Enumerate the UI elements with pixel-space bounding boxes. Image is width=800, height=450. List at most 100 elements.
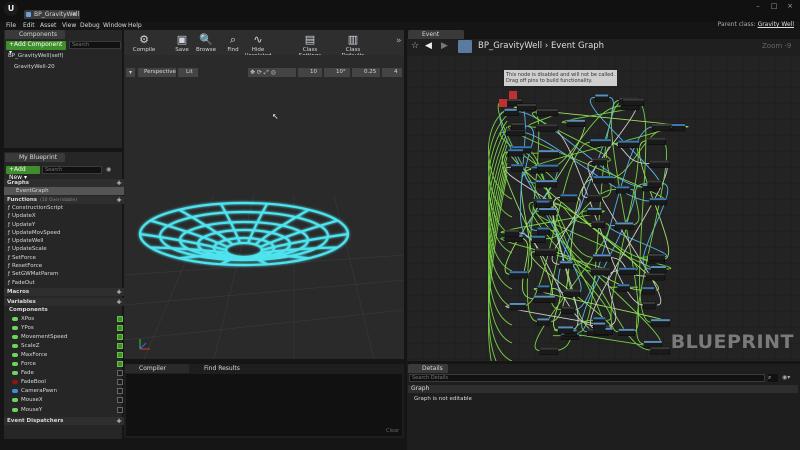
menu-asset[interactable]: Asset xyxy=(40,22,56,30)
function-updatex[interactable]: ƒ UpdateX xyxy=(4,212,126,220)
graph-node[interactable] xyxy=(618,140,640,143)
rotation-snap[interactable]: 10° xyxy=(324,68,350,77)
graph-node[interactable] xyxy=(672,124,685,126)
graph-node[interactable] xyxy=(509,271,528,274)
variable-visibility-checkbox[interactable] xyxy=(117,379,123,386)
perspective-dropdown[interactable]: Perspective xyxy=(138,68,176,77)
graph-node[interactable] xyxy=(643,340,662,343)
graph-canvas[interactable]: This node is disabled and will not be ca… xyxy=(407,39,800,361)
back-arrow-icon[interactable]: ◀ xyxy=(425,41,432,51)
variable-fadebool[interactable]: FadeBool xyxy=(4,378,126,386)
menu-view[interactable]: View xyxy=(62,22,76,30)
variable-force[interactable]: Force xyxy=(4,360,126,368)
variable-ypos[interactable]: YPos xyxy=(4,324,126,332)
graph-node[interactable] xyxy=(648,253,665,256)
graph-node[interactable] xyxy=(509,302,526,305)
variable-mousey[interactable]: MouseY xyxy=(4,406,126,414)
minimize-button[interactable]: – xyxy=(752,2,764,12)
graph-node[interactable] xyxy=(535,180,557,183)
graph-node[interactable] xyxy=(561,306,575,309)
details-search-icon[interactable]: ⌕ xyxy=(768,374,778,382)
components-tab[interactable]: Components xyxy=(5,30,65,39)
add-graphs-section-icon[interactable]: + xyxy=(116,179,122,187)
graph-node[interactable] xyxy=(536,124,558,127)
graph-node[interactable] xyxy=(649,198,667,201)
graph-node[interactable] xyxy=(593,322,606,325)
variable-visibility-checkbox[interactable] xyxy=(117,370,123,377)
graph-node[interactable] xyxy=(650,319,670,322)
function-setforce[interactable]: ƒ SetForce xyxy=(4,254,126,262)
find-results-tab[interactable]: Find Results xyxy=(190,364,246,373)
function-updatemovspeed[interactable]: ƒ UpdateMovSpeed xyxy=(4,229,126,237)
maximize-button[interactable]: □ xyxy=(768,2,780,12)
function-resetforce[interactable]: ƒ ResetForce xyxy=(4,262,126,270)
graph-node[interactable] xyxy=(539,208,557,211)
graph-node[interactable] xyxy=(645,273,665,276)
details-tab[interactable]: Details xyxy=(408,364,448,373)
graph-node[interactable] xyxy=(587,207,602,210)
graph-node[interactable] xyxy=(642,287,655,290)
graph-node[interactable] xyxy=(587,194,602,197)
graph-node[interactable] xyxy=(537,318,550,321)
parent-class-link[interactable]: Gravity Well xyxy=(758,21,794,28)
graph-node[interactable] xyxy=(652,124,671,126)
menu-edit[interactable]: Edit xyxy=(23,22,35,30)
camera-speed[interactable]: 4 xyxy=(382,68,402,77)
graph-node[interactable] xyxy=(618,267,636,270)
function-constructionscript[interactable]: ƒ ConstructionScript xyxy=(4,204,126,212)
transform-tools[interactable]: ✥ ⟳ ⤢ ◎ xyxy=(248,68,296,77)
function-fadeout[interactable]: ƒ FadeOut xyxy=(4,279,126,287)
variable-fade[interactable]: Fade xyxy=(4,369,126,377)
graph-node[interactable] xyxy=(592,254,611,257)
graph-node[interactable] xyxy=(643,301,656,304)
breadcrumb-leaf[interactable]: Event Graph xyxy=(551,41,604,51)
compiler-results-tab[interactable]: Compiler Results xyxy=(125,364,189,381)
variable-mousex[interactable]: MouseX xyxy=(4,396,126,404)
viewport-options-icon[interactable]: ▾ xyxy=(126,68,135,77)
function-updatey[interactable]: ƒ UpdateY xyxy=(4,221,126,229)
graph-node[interactable] xyxy=(650,347,670,350)
graph-node[interactable] xyxy=(537,285,550,288)
variable-maxforce[interactable]: MaxForce xyxy=(4,351,126,359)
variable-visibility-checkbox[interactable] xyxy=(117,388,123,395)
eye-icon[interactable]: ◉ xyxy=(106,166,118,174)
graph-node[interactable] xyxy=(559,261,573,264)
variable-visibility-checkbox[interactable] xyxy=(117,351,123,358)
component-root[interactable]: BP_GravityWell(self) xyxy=(8,52,118,60)
graph-node[interactable] xyxy=(593,176,614,179)
add-component-button[interactable]: +Add Component ▾ xyxy=(6,41,66,56)
graph-node[interactable] xyxy=(618,328,635,331)
graph-node[interactable] xyxy=(590,139,612,142)
event-dispatchers-section[interactable]: Event Dispatchers + xyxy=(4,416,126,425)
graph-node[interactable] xyxy=(536,200,550,203)
graph-node[interactable] xyxy=(537,227,550,230)
variables-section[interactable]: Variables + xyxy=(4,297,126,306)
graph-node[interactable] xyxy=(537,164,559,167)
compile-button[interactable]: ⚙ Compile xyxy=(126,30,162,55)
graph-node[interactable] xyxy=(517,104,536,106)
graph-node[interactable] xyxy=(533,295,555,298)
class-settings-button[interactable]: ▤Class Settings xyxy=(292,30,328,59)
variable-scalez[interactable]: ScaleZ xyxy=(4,342,126,350)
close-tab-icon[interactable]: × xyxy=(72,10,77,19)
variable-camerapawn[interactable]: CameraPawn xyxy=(4,387,126,395)
close-window-button[interactable]: × xyxy=(784,2,796,12)
graph-node[interactable] xyxy=(560,194,578,197)
event-graph-item[interactable]: EventGraph xyxy=(4,187,126,196)
details-view-icon[interactable]: ◉▾ xyxy=(782,374,796,382)
scale-snap[interactable]: 0.25 xyxy=(352,68,380,77)
my-blueprint-search-input[interactable]: Search xyxy=(42,166,102,174)
add-functions-section-icon[interactable]: + xyxy=(116,196,122,204)
variable-visibility-checkbox[interactable] xyxy=(117,324,123,331)
graph-node[interactable] xyxy=(615,222,634,225)
menu-window[interactable]: Window xyxy=(103,22,127,30)
variable-visibility-checkbox[interactable] xyxy=(117,333,123,340)
function-updatescale[interactable]: ƒ UpdateScale xyxy=(4,245,126,253)
variable-visibility-checkbox[interactable] xyxy=(117,397,123,404)
graph-node[interactable] xyxy=(539,347,558,350)
add-variables-section-icon[interactable]: + xyxy=(116,298,122,306)
menu-help[interactable]: Help xyxy=(128,22,142,30)
event-graph-tab[interactable]: Event Graph xyxy=(408,30,464,47)
graph-node[interactable] xyxy=(617,284,630,287)
graph-node[interactable] xyxy=(593,317,606,320)
